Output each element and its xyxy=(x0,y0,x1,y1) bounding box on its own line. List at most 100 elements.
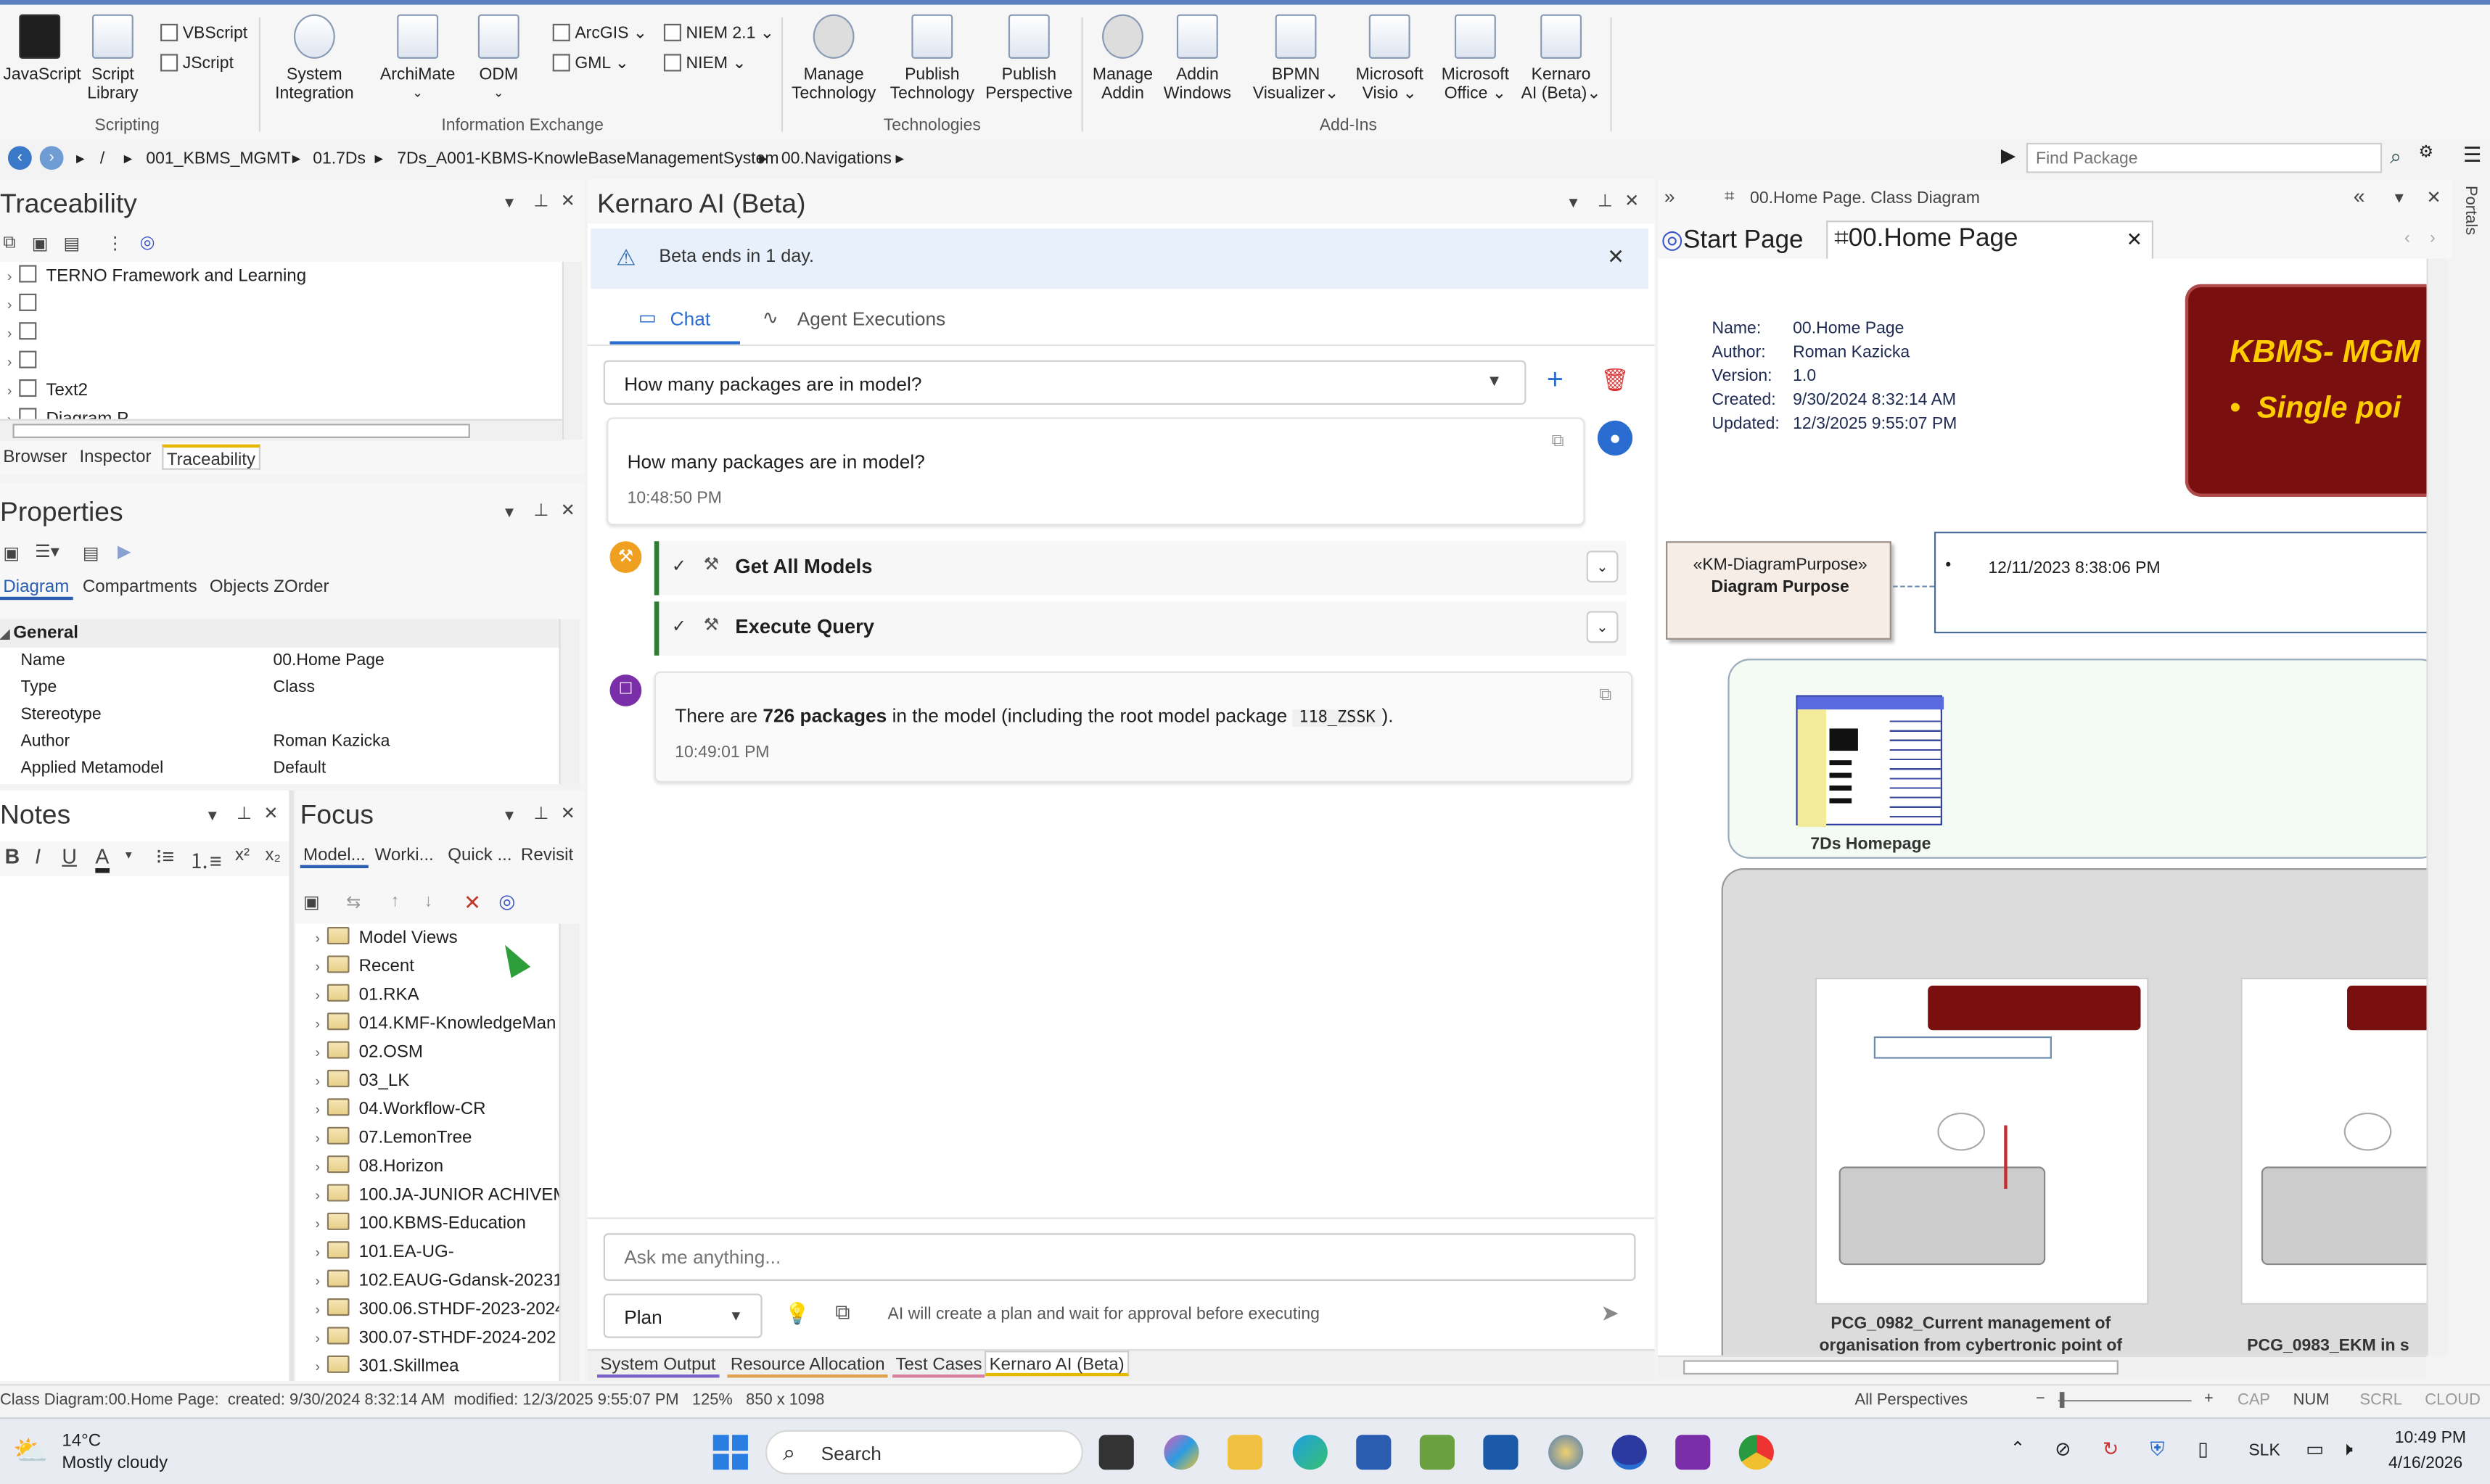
copy-icon[interactable]: ⧉ xyxy=(1551,432,1564,452)
property-row[interactable]: Author Roman Kazicka xyxy=(0,728,559,755)
edge-icon[interactable] xyxy=(1292,1435,1328,1470)
copy-icon[interactable]: ⧉ xyxy=(1599,685,1611,706)
display-icon[interactable]: ▭ xyxy=(2306,1438,2324,1461)
tab-diagram[interactable]: Diagram xyxy=(0,574,73,601)
zoom-out-icon[interactable]: − xyxy=(2036,1390,2045,1408)
dismiss-icon[interactable]: ✕ xyxy=(1607,244,1624,270)
enterprise-architect-icon[interactable] xyxy=(1611,1435,1647,1470)
new-chat-icon[interactable]: + xyxy=(1547,363,1564,397)
options-icon[interactable]: ⚙ xyxy=(2419,143,2434,162)
tree-item[interactable]: › xyxy=(0,347,46,376)
tab-model[interactable]: Model... xyxy=(300,843,369,868)
tree-item[interactable]: › 07.LemonTree xyxy=(308,1124,472,1152)
tab-inspector[interactable]: Inspector xyxy=(76,445,155,470)
jscript-button[interactable]: JScript xyxy=(160,51,234,76)
file-explorer-icon[interactable] xyxy=(1227,1435,1263,1470)
bpmn-visualizer-button[interactable]: BPMN Visualizer⌄ xyxy=(1252,14,1341,103)
javascript-button[interactable]: JavaScript xyxy=(3,14,81,84)
find-package-input[interactable] xyxy=(2026,142,2383,173)
app-icon[interactable] xyxy=(1548,1435,1584,1470)
arcgis-button[interactable]: ArcGIS ⌄ xyxy=(552,20,647,46)
pin-icon[interactable]: ⊥ xyxy=(533,500,548,521)
panel-menu-icon[interactable]: ▾ xyxy=(208,804,217,825)
tree-item[interactable]: › 100.KBMS-Education xyxy=(308,1209,526,1237)
collapse-icon[interactable]: « xyxy=(2354,184,2365,208)
close-icon[interactable]: ✕ xyxy=(2426,187,2441,207)
tab-start-page[interactable]: ◎Start Page xyxy=(1661,224,1803,259)
panel-menu-icon[interactable]: ▾ xyxy=(1569,192,1578,213)
bold-icon[interactable]: B xyxy=(5,844,20,868)
close-icon[interactable]: ✕ xyxy=(561,500,575,521)
breadcrumb-root[interactable]: / xyxy=(100,149,104,168)
tree-item[interactable]: › Text2 xyxy=(0,376,88,405)
expand-icon[interactable]: » xyxy=(1664,186,1675,208)
tree-item[interactable]: › 04.Workflow-CR xyxy=(308,1095,485,1124)
task-view-icon[interactable] xyxy=(1098,1435,1134,1470)
horizontal-scrollbar[interactable] xyxy=(1658,1355,2427,1378)
mode-select[interactable]: Plan ▼ xyxy=(603,1293,763,1338)
archimate-button[interactable]: ArchiMate ⌄ xyxy=(375,14,461,104)
trace-sync-icon[interactable]: ◎ xyxy=(140,231,155,252)
tree-item[interactable]: › 02.OSM xyxy=(308,1038,423,1066)
pin-icon[interactable]: ⊥ xyxy=(1598,191,1613,211)
pin-icon[interactable]: ⊥ xyxy=(533,191,548,211)
remote-desktop-icon[interactable] xyxy=(1483,1435,1519,1470)
taskbar-search[interactable]: ⌕ Search xyxy=(765,1430,1083,1475)
tab-objects-zorder[interactable]: Objects ZOrder xyxy=(207,574,332,600)
tree-item[interactable]: › 014.KMF-KnowledgeMan xyxy=(308,1010,556,1038)
tab-traceability[interactable]: Traceability xyxy=(162,444,260,470)
property-row[interactable]: Stereotype xyxy=(0,701,559,728)
diagram-canvas[interactable]: Name: 00.Home Page Author: Roman Kazicka V… xyxy=(1658,258,2427,1356)
publish-technology-button[interactable]: Publish Technology xyxy=(883,14,982,103)
kernaro-ai-button[interactable]: Kernaro AI (Beta)⌄ xyxy=(1518,14,1603,103)
tree-item[interactable]: › xyxy=(0,290,46,318)
save-icon[interactable]: ▣ xyxy=(3,543,20,564)
breadcrumb-item[interactable]: 01.7Ds xyxy=(313,149,366,168)
purpose-note[interactable]: • 12/11/2023 8:38:06 PM xyxy=(1934,532,2427,634)
manage-addin-button[interactable]: Manage Addin xyxy=(1086,14,1159,103)
horizontal-scrollbar[interactable] xyxy=(0,419,562,442)
chevron-down-icon[interactable]: ⌄ xyxy=(1586,611,1619,643)
property-row[interactable]: Name 00.Home Page xyxy=(0,648,559,675)
panel-menu-icon[interactable]: ▾ xyxy=(505,192,514,213)
tab-browser[interactable]: Browser xyxy=(0,445,70,470)
odm-button[interactable]: ODM ⌄ xyxy=(470,14,527,104)
property-row[interactable]: Applied Metamodel Default xyxy=(0,756,559,783)
trace-diagram-icon[interactable]: ▤ xyxy=(64,234,81,254)
focus-package-icon[interactable]: ▣ xyxy=(303,892,320,912)
tab-resource-allocation[interactable]: Resource Allocation xyxy=(727,1352,889,1378)
app-icon[interactable] xyxy=(1419,1435,1455,1470)
tab-agent-executions[interactable]: ∿ Agent Executions xyxy=(756,294,963,345)
publish-perspective-button[interactable]: Publish Perspective xyxy=(985,14,1074,103)
chat-input[interactable] xyxy=(603,1233,1636,1281)
portals-tab[interactable]: Portals xyxy=(2462,186,2479,235)
tree-item[interactable]: › Recent xyxy=(308,952,414,981)
tree-item[interactable]: › 03_LK xyxy=(308,1067,409,1095)
font-color-icon[interactable]: A xyxy=(95,844,110,873)
vertical-scrollbar[interactable] xyxy=(562,262,583,440)
tree-item[interactable]: › 01.RKA xyxy=(308,981,419,1009)
zoom-slider[interactable] xyxy=(2058,1400,2192,1402)
diagram-purpose-element[interactable]: «KM-DiagramPurpose» Diagram Purpose xyxy=(1666,541,1891,640)
manage-technology-button[interactable]: Manage Technology xyxy=(788,14,880,103)
tree-item[interactable]: › 100.JA-JUNIOR ACHIVEM xyxy=(308,1181,559,1209)
chevron-up-icon[interactable]: ⌃ xyxy=(2010,1438,2025,1459)
tree-item[interactable]: › 102.EAUG-Gdansk-20231 xyxy=(308,1266,559,1295)
move-up-icon[interactable]: ↑ xyxy=(390,892,399,911)
italic-icon[interactable]: I xyxy=(35,844,41,868)
play-icon[interactable]: ▶ xyxy=(118,541,131,561)
vbscript-button[interactable]: VBScript xyxy=(160,20,247,46)
microsoft-office-button[interactable]: Microsoft Office ⌄ xyxy=(1432,14,1518,103)
close-icon[interactable]: ✕ xyxy=(561,191,575,211)
pcg-boundary[interactable]: PCG_0982_Current management of organisat… xyxy=(1721,868,2427,1356)
close-icon[interactable]: ✕ xyxy=(1624,191,1639,211)
notes-editor[interactable] xyxy=(0,879,289,1381)
search-icon[interactable]: ⌕ xyxy=(2390,144,2401,170)
tab-chat[interactable]: ▭ Chat xyxy=(609,294,740,345)
usb-icon[interactable]: ▯ xyxy=(2198,1438,2208,1461)
delete-icon[interactable]: ✕ xyxy=(464,891,481,916)
trace-save-icon[interactable]: ▣ xyxy=(32,234,49,254)
scroll-left-icon[interactable]: ‹ xyxy=(2404,228,2410,247)
bullet-list-icon[interactable]: ⁝≡ xyxy=(156,844,175,870)
forward-icon[interactable]: › xyxy=(39,146,64,170)
